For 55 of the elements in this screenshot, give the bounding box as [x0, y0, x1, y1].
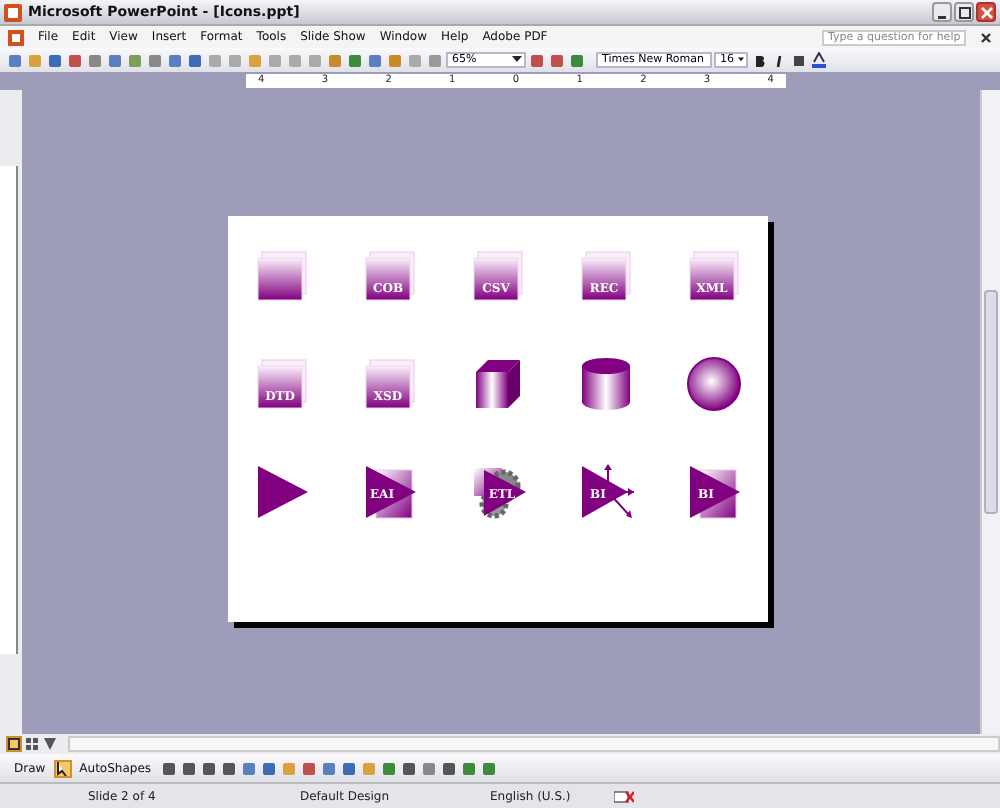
- drawing-tool-button[interactable]: [179, 759, 198, 777]
- toolbar-button[interactable]: [346, 51, 364, 69]
- document-icon: [580, 251, 630, 301]
- triangle-document-icon: [365, 466, 415, 519]
- vertical-scrollbar[interactable]: [980, 90, 1000, 734]
- close-button[interactable]: [976, 2, 996, 22]
- minimize-button[interactable]: [932, 2, 952, 22]
- drawing-tool-button[interactable]: [239, 759, 258, 777]
- normal-view-button[interactable]: [6, 736, 22, 752]
- toolbar-button[interactable]: [528, 51, 546, 69]
- gear-triangle-icon: [473, 468, 525, 519]
- drawing-tool-button[interactable]: [319, 759, 338, 777]
- toolbar-button[interactable]: [568, 51, 586, 69]
- bold-button[interactable]: [750, 51, 768, 69]
- toolbar-button[interactable]: [790, 51, 808, 69]
- drawing-tool-button[interactable]: [459, 759, 478, 777]
- document-icon: [472, 251, 522, 301]
- document-icon: [256, 251, 306, 301]
- drawing-tool-button[interactable]: [259, 759, 278, 777]
- triangle-icon: [257, 466, 307, 518]
- slide-show-button[interactable]: [42, 736, 58, 752]
- slide-sorter-button[interactable]: [24, 736, 40, 752]
- toolbar-button[interactable]: [46, 51, 64, 69]
- caret-icon: [512, 56, 522, 64]
- font-color-button[interactable]: [810, 51, 828, 69]
- document-icon[interactable]: [8, 29, 24, 45]
- cube-icon: [475, 360, 519, 408]
- caret-icon: [738, 56, 744, 64]
- drawing-tool-button[interactable]: [339, 759, 358, 777]
- triangle-arrows-icon: [581, 464, 634, 518]
- cylinder-icon: [581, 358, 629, 410]
- drawing-tool-button[interactable]: [159, 759, 178, 777]
- drawing-tool-button[interactable]: [399, 759, 418, 777]
- document-icon: [256, 359, 306, 409]
- spelling-icon: [614, 789, 634, 803]
- toolbar-button[interactable]: [186, 51, 204, 69]
- drawing-tool-button[interactable]: [199, 759, 218, 777]
- document-icon: [364, 251, 414, 301]
- close-icon[interactable]: [980, 31, 992, 43]
- sphere-icon: [686, 357, 740, 411]
- maximize-button[interactable]: [954, 2, 974, 22]
- toolbar-button[interactable]: [66, 51, 84, 69]
- toolbar-button[interactable]: [548, 51, 566, 69]
- horizontal-scrollbar[interactable]: [68, 736, 1000, 752]
- document-icon: [364, 359, 414, 409]
- drawing-tool-button[interactable]: [299, 759, 318, 777]
- drawing-tool-button[interactable]: [439, 759, 458, 777]
- document-icon: [688, 251, 738, 301]
- select-button[interactable]: [53, 759, 72, 777]
- drawing-tool-button[interactable]: [479, 759, 498, 777]
- app-icon: [4, 3, 22, 21]
- triangle-document-icon: [689, 466, 739, 519]
- drawing-tool-button[interactable]: [219, 759, 238, 777]
- drawing-tool-button[interactable]: [419, 759, 438, 777]
- drawing-tool-button[interactable]: [379, 759, 398, 777]
